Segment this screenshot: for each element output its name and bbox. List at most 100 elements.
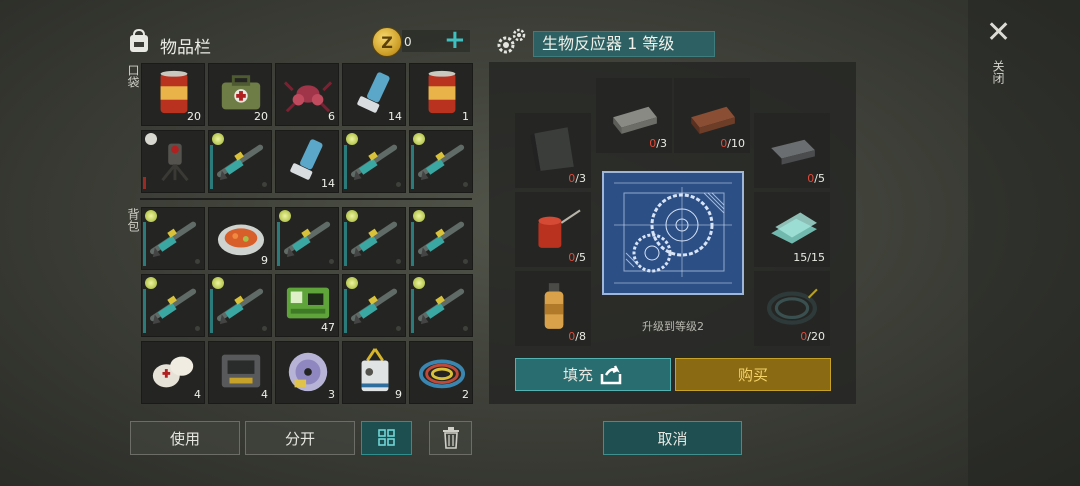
sort-grid-button[interactable] <box>361 421 412 455</box>
material-slot[interactable]: 0/5 <box>515 192 591 267</box>
durability-bar <box>411 222 414 266</box>
rifle-icon <box>418 144 465 181</box>
item-count: 4 <box>261 388 268 401</box>
material-slot[interactable]: 15/15 <box>754 192 830 267</box>
material-count: 0/5 <box>807 172 825 185</box>
pocket-slot[interactable]: 20 <box>141 63 205 126</box>
lightbulb-icon <box>279 210 291 222</box>
pocket-slot[interactable]: 6 <box>275 63 339 126</box>
pocket-slot[interactable]: 1 <box>409 63 473 126</box>
gas-bottle-icon <box>544 283 564 329</box>
copper-ingot-icon <box>691 106 735 134</box>
shield-icon <box>145 133 157 145</box>
rifle-icon <box>217 288 264 325</box>
backpack-slot[interactable] <box>141 274 205 337</box>
bandage-icon <box>152 356 194 388</box>
backpack-slot[interactable]: 9 <box>342 341 406 404</box>
item-count: 14 <box>388 110 402 123</box>
mutant-spider-icon <box>283 81 333 113</box>
pocket-slot[interactable]: 20 <box>208 63 272 126</box>
trash-icon <box>442 427 459 449</box>
mod-slot-icon <box>262 326 267 331</box>
material-slot[interactable]: 0/5 <box>754 113 830 188</box>
crafting-title: 生物反应器 1 等级 <box>533 31 715 57</box>
food-plate-icon <box>217 224 265 256</box>
lightbulb-icon <box>413 210 425 222</box>
add-coins-button[interactable]: + <box>444 26 466 54</box>
item-count: 14 <box>321 177 335 190</box>
oil-can-icon <box>538 209 581 248</box>
backpack-slot[interactable]: 4 <box>208 341 272 404</box>
mod-slot-icon <box>262 182 267 187</box>
discard-button[interactable] <box>429 421 472 455</box>
mod-slot-icon <box>463 326 468 331</box>
material-slot[interactable]: 0/3 <box>596 78 672 153</box>
item-count: 20 <box>254 110 268 123</box>
backpack-slot[interactable] <box>409 207 473 270</box>
item-count: 4 <box>194 388 201 401</box>
mod-slot-icon <box>463 259 468 264</box>
durability-bar <box>143 222 146 266</box>
backpack-slot[interactable]: 4 <box>141 341 205 404</box>
item-count: 9 <box>261 254 268 267</box>
material-count: 0/20 <box>800 330 825 343</box>
backpack-slot[interactable]: 3 <box>275 341 339 404</box>
backpack-slot[interactable]: 47 <box>275 274 339 337</box>
split-button[interactable]: 分开 <box>245 421 355 455</box>
grid-icon <box>377 429 395 446</box>
mod-slot-icon <box>329 259 334 264</box>
backpack-slot[interactable]: 9 <box>208 207 272 270</box>
mod-slot-icon <box>396 326 401 331</box>
lightbulb-icon <box>145 210 157 222</box>
durability-bar <box>210 145 213 189</box>
backpack-slot[interactable] <box>208 274 272 337</box>
lightbulb-icon <box>212 277 224 289</box>
transfer-icon <box>600 364 622 384</box>
backpack-slot[interactable] <box>141 207 205 270</box>
material-count: 0/3 <box>568 172 586 185</box>
item-count: 1 <box>462 110 469 123</box>
pocket-slot[interactable]: 14 <box>275 130 339 193</box>
material-slot[interactable]: 0/20 <box>754 271 830 346</box>
backpack-slot[interactable] <box>342 274 406 337</box>
material-slot[interactable]: 0/3 <box>515 113 591 188</box>
rifle-icon <box>351 221 398 258</box>
gears-icon <box>497 28 526 54</box>
item-count: 6 <box>328 110 335 123</box>
rifle-icon <box>217 144 264 181</box>
rifle-icon <box>150 288 197 325</box>
pocket-label: 口袋 <box>126 64 140 88</box>
pocket-slot[interactable] <box>409 130 473 193</box>
durability-bar <box>344 222 347 266</box>
material-count: 0/3 <box>649 137 667 150</box>
coin-count: 0 <box>404 35 412 49</box>
backpack-slot[interactable]: 2 <box>409 341 473 404</box>
cancel-button[interactable]: 取消 <box>603 421 742 455</box>
use-button[interactable]: 使用 <box>130 421 240 455</box>
rifle-icon <box>150 221 197 258</box>
durability-bar <box>411 145 414 189</box>
pocket-slot[interactable] <box>141 130 205 193</box>
close-icon[interactable]: ✕ <box>986 18 1011 48</box>
material-slot[interactable]: 0/8 <box>515 271 591 346</box>
pocket-slot[interactable]: 14 <box>342 63 406 126</box>
mod-slot-icon <box>396 259 401 264</box>
backpack-slot[interactable] <box>275 207 339 270</box>
durability-bar <box>344 145 347 189</box>
inventory-divider <box>140 198 472 200</box>
fill-button[interactable]: 填充 <box>515 358 671 391</box>
close-label[interactable]: 关闭 <box>990 60 1007 84</box>
pocket-slot[interactable] <box>342 130 406 193</box>
rifle-icon <box>351 144 398 181</box>
mod-slot-icon <box>463 182 468 187</box>
durability-bar <box>143 177 146 189</box>
item-count: 47 <box>321 321 335 334</box>
durability-bar <box>344 289 347 333</box>
backpack-slot[interactable] <box>342 207 406 270</box>
buy-button[interactable]: 购买 <box>675 358 831 391</box>
canned-food-icon <box>428 70 456 114</box>
glass-icon <box>771 212 817 244</box>
backpack-slot[interactable] <box>409 274 473 337</box>
pocket-slot[interactable] <box>208 130 272 193</box>
material-slot[interactable]: 0/10 <box>674 78 750 153</box>
